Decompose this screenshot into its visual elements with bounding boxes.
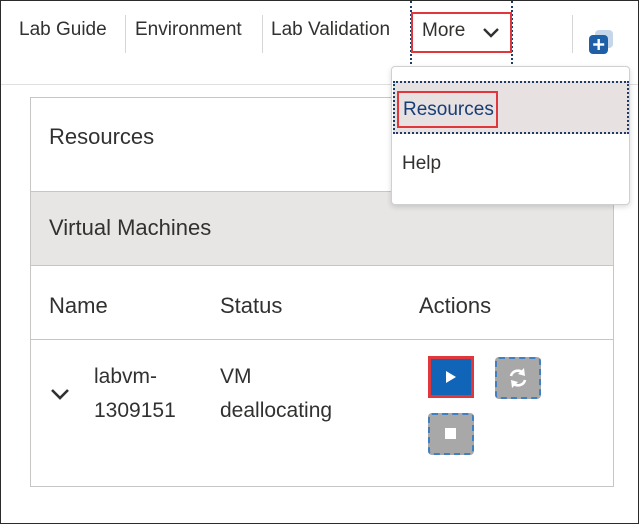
- play-icon: [446, 371, 456, 383]
- stop-vm-button[interactable]: [428, 413, 474, 455]
- menu-item-help[interactable]: Help: [402, 153, 441, 175]
- tab-divider: [125, 15, 126, 53]
- stop-icon: [445, 428, 456, 439]
- panel-title: Resources: [49, 124, 155, 149]
- menu-item-resources[interactable]: Resources: [393, 81, 629, 134]
- vm-status: VM deallocating: [220, 360, 332, 428]
- tab-lab-validation[interactable]: Lab Validation: [271, 19, 390, 41]
- add-square-icon[interactable]: [588, 29, 614, 55]
- chevron-down-icon: [483, 28, 499, 38]
- start-vm-button[interactable]: [428, 356, 474, 398]
- vm-name-line2: 1309151: [94, 399, 176, 422]
- more-dropdown-menu: Resources Help: [391, 66, 630, 205]
- tab-environment[interactable]: Environment: [135, 19, 242, 41]
- restart-vm-button[interactable]: [495, 357, 541, 399]
- row-divider: [31, 339, 613, 340]
- vm-status-line2: deallocating: [220, 399, 333, 422]
- vm-status-line1: VM: [220, 365, 252, 388]
- menu-item-label: Resources: [403, 99, 494, 120]
- tab-divider: [572, 15, 573, 53]
- refresh-icon: [509, 368, 527, 388]
- more-menu-button[interactable]: More: [411, 12, 512, 53]
- vm-name-line1: labvm-: [94, 365, 158, 388]
- tab-lab-guide[interactable]: Lab Guide: [19, 19, 107, 41]
- chevron-down-icon[interactable]: [49, 383, 71, 405]
- column-header-actions: Actions: [419, 293, 492, 318]
- column-header-status: Status: [220, 293, 283, 318]
- more-label: More: [422, 20, 466, 41]
- column-header-name: Name: [49, 293, 108, 318]
- vm-name: labvm- 1309151: [94, 360, 176, 428]
- tab-divider: [262, 15, 263, 53]
- section-title: Virtual Machines: [49, 215, 212, 240]
